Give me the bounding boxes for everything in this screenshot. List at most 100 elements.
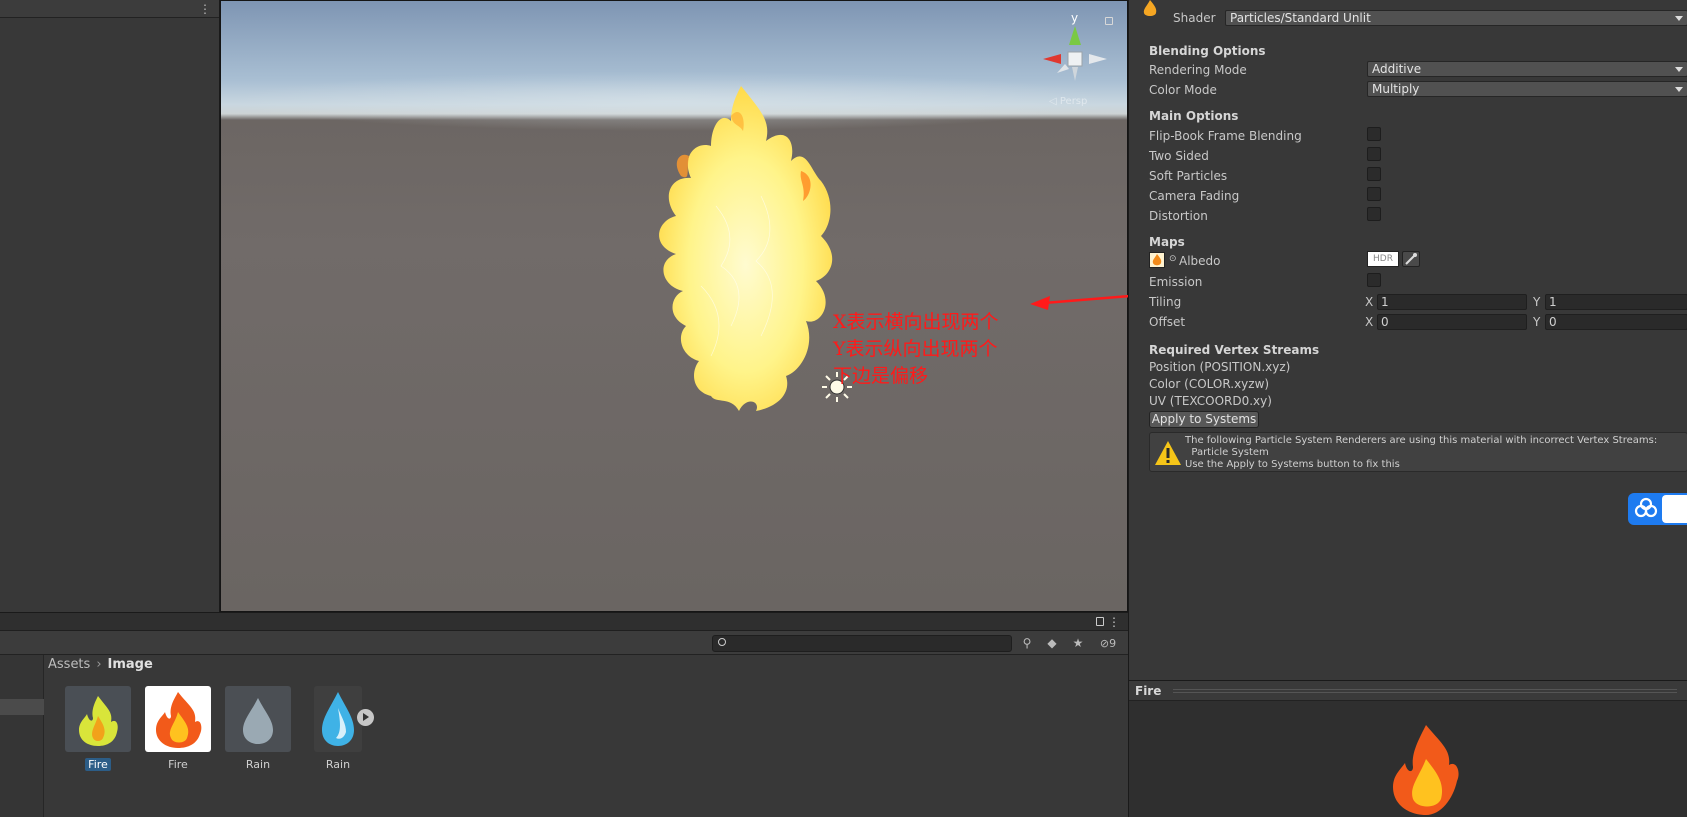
preview-header[interactable]: Fire bbox=[1129, 681, 1687, 701]
camera-fading-checkbox[interactable] bbox=[1367, 187, 1381, 201]
asset-item[interactable]: Fire bbox=[58, 686, 138, 776]
fire-particle-effect bbox=[659, 86, 833, 411]
search-by-type-icon[interactable]: ⚲ bbox=[1016, 635, 1038, 652]
rendering-mode-label: Rendering Mode bbox=[1149, 63, 1247, 77]
hierarchy-menu-icon[interactable]: ⋮ bbox=[199, 2, 211, 16]
color-mode-dropdown[interactable]: Multiply bbox=[1367, 81, 1687, 97]
project-search-input[interactable] bbox=[712, 635, 1012, 652]
project-tabbar: ⋮ bbox=[0, 613, 1128, 631]
hierarchy-header: ⋮ bbox=[0, 0, 219, 18]
asset-item[interactable]: Rain bbox=[218, 686, 298, 776]
albedo-texture-slot[interactable] bbox=[1149, 252, 1165, 268]
drop-thumbnail-icon bbox=[314, 686, 362, 752]
offset-x-axis-label: X bbox=[1365, 315, 1374, 329]
tiling-y-value: 1 bbox=[1549, 295, 1557, 309]
unity-editor-window: ⋮ y ◁ Persp X表示横向出现两个 Y表示纵向出现两个 下边是偏移 ⋮ … bbox=[0, 0, 1687, 817]
annotation-line-3: 下边是偏移 bbox=[833, 365, 929, 387]
selected-folder-row[interactable] bbox=[0, 699, 44, 715]
vertex-stream-item: UV (TEXCOORD0.xy) bbox=[1149, 394, 1272, 408]
color-mode-value: Multiply bbox=[1372, 82, 1420, 96]
offset-y-value: 0 bbox=[1549, 315, 1557, 329]
hierarchy-panel: ⋮ bbox=[0, 0, 220, 612]
shader-dropdown[interactable]: Particles/Standard Unlit bbox=[1225, 10, 1687, 26]
offset-x-field[interactable]: 0 bbox=[1377, 314, 1527, 330]
expand-subassets-button[interactable] bbox=[357, 709, 374, 726]
apply-to-systems-button[interactable]: Apply to Systems bbox=[1149, 411, 1259, 428]
search-by-label-icon[interactable]: ◆ bbox=[1041, 635, 1063, 652]
tiling-y-field[interactable]: 1 bbox=[1545, 294, 1687, 310]
annotation-line-1: X表示横向出现两个 bbox=[833, 311, 999, 333]
project-toolbar: ⚲ ◆ ★ ⊘9 bbox=[0, 631, 1128, 655]
asset-item[interactable]: Rain bbox=[298, 686, 378, 776]
offset-y-axis-label: Y bbox=[1533, 315, 1541, 329]
soft-particles-checkbox[interactable] bbox=[1367, 167, 1381, 181]
tiling-label: Tiling bbox=[1149, 295, 1182, 309]
search-icon bbox=[718, 638, 726, 646]
project-lock-icon[interactable] bbox=[1096, 617, 1104, 626]
orientation-gizmo[interactable]: y ◁ Persp bbox=[1035, 11, 1115, 107]
rendering-mode-value: Additive bbox=[1372, 62, 1422, 76]
baidu-cloud-floating-button[interactable] bbox=[1628, 493, 1687, 525]
warning-text: The following Particle System Renderers … bbox=[1185, 435, 1657, 471]
preview-drag-handle[interactable] bbox=[1173, 689, 1677, 693]
chevron-down-icon bbox=[1675, 67, 1683, 72]
project-menu-icon[interactable]: ⋮ bbox=[1108, 615, 1120, 629]
tiling-x-axis-label: X bbox=[1365, 295, 1374, 309]
offset-y-field[interactable]: 0 bbox=[1545, 314, 1687, 330]
project-folder-tree[interactable] bbox=[0, 655, 44, 817]
tiling-y-axis-label: Y bbox=[1533, 295, 1541, 309]
annotation-arrow-icon bbox=[1030, 294, 1131, 310]
project-panel: ⋮ ⚲ ◆ ★ ⊘9 Assets › Image Fire Fire Rain… bbox=[0, 612, 1128, 817]
annotation-line-2: Y表示纵向出现两个 bbox=[833, 338, 998, 360]
preview-fire-icon bbox=[1393, 725, 1459, 815]
fire-thumbnail-icon bbox=[145, 686, 211, 752]
chevron-down-icon bbox=[1675, 16, 1683, 21]
breadcrumb: Assets › Image bbox=[48, 657, 153, 677]
hidden-count: 9 bbox=[1109, 637, 1117, 650]
flipbook-label: Flip-Book Frame Blending bbox=[1149, 129, 1302, 143]
breadcrumb-image[interactable]: Image bbox=[108, 657, 153, 672]
material-fire-icon bbox=[1143, 0, 1157, 16]
shader-value: Particles/Standard Unlit bbox=[1230, 11, 1371, 25]
shader-label: Shader bbox=[1173, 11, 1216, 25]
albedo-label: Albedo bbox=[1179, 254, 1221, 268]
breadcrumb-assets[interactable]: Assets bbox=[48, 657, 90, 672]
gizmo-axes-icon[interactable] bbox=[1035, 11, 1115, 96]
soft-particles-label: Soft Particles bbox=[1149, 169, 1228, 183]
scene-view[interactable]: y ◁ Persp bbox=[220, 0, 1128, 612]
maps-header: Maps bbox=[1149, 235, 1185, 249]
asset-label: Fire bbox=[85, 758, 111, 771]
material-preview-panel: Fire bbox=[1128, 680, 1687, 817]
tiling-x-field[interactable]: 1 bbox=[1377, 294, 1527, 310]
baidu-cloud-icon bbox=[1634, 497, 1658, 518]
flipbook-checkbox[interactable] bbox=[1367, 127, 1381, 141]
distortion-checkbox[interactable] bbox=[1367, 207, 1381, 221]
favorites-star-icon[interactable]: ★ bbox=[1067, 635, 1089, 652]
albedo-color-swatch[interactable]: HDR bbox=[1367, 251, 1399, 267]
warning-line: The following Particle System Renderers … bbox=[1185, 435, 1658, 446]
rendering-mode-dropdown[interactable]: Additive bbox=[1367, 61, 1687, 77]
asset-label: Rain bbox=[325, 758, 351, 771]
object-picker-icon[interactable]: ⊙ bbox=[1169, 254, 1177, 264]
eyedropper-icon[interactable] bbox=[1402, 251, 1420, 267]
offset-x-value: 0 bbox=[1381, 315, 1389, 329]
emission-label: Emission bbox=[1149, 275, 1203, 289]
two-sided-checkbox[interactable] bbox=[1367, 147, 1381, 161]
chevron-down-icon bbox=[1675, 87, 1683, 92]
warning-line: Use the Apply to Systems button to fix t… bbox=[1185, 459, 1400, 470]
asset-item[interactable]: Fire bbox=[138, 686, 218, 776]
color-mode-label: Color Mode bbox=[1149, 83, 1217, 97]
baidu-cloud-panel-edge bbox=[1662, 495, 1687, 523]
warning-icon bbox=[1155, 441, 1181, 465]
distortion-label: Distortion bbox=[1149, 209, 1208, 223]
vertex-stream-item: Color (COLOR.xyzw) bbox=[1149, 377, 1270, 391]
vertex-streams-header: Required Vertex Streams bbox=[1149, 343, 1320, 357]
vertex-stream-item: Position (POSITION.xyz) bbox=[1149, 360, 1291, 374]
two-sided-label: Two Sided bbox=[1149, 149, 1209, 163]
emission-checkbox[interactable] bbox=[1367, 273, 1381, 287]
vertex-stream-warning: The following Particle System Renderers … bbox=[1149, 432, 1687, 472]
hdr-label: HDR bbox=[1373, 254, 1393, 264]
gizmo-projection-label[interactable]: ◁ Persp bbox=[1049, 96, 1087, 107]
asset-label: Fire bbox=[168, 758, 188, 771]
hidden-packages-toggle[interactable]: ⊘9 bbox=[1093, 635, 1123, 652]
